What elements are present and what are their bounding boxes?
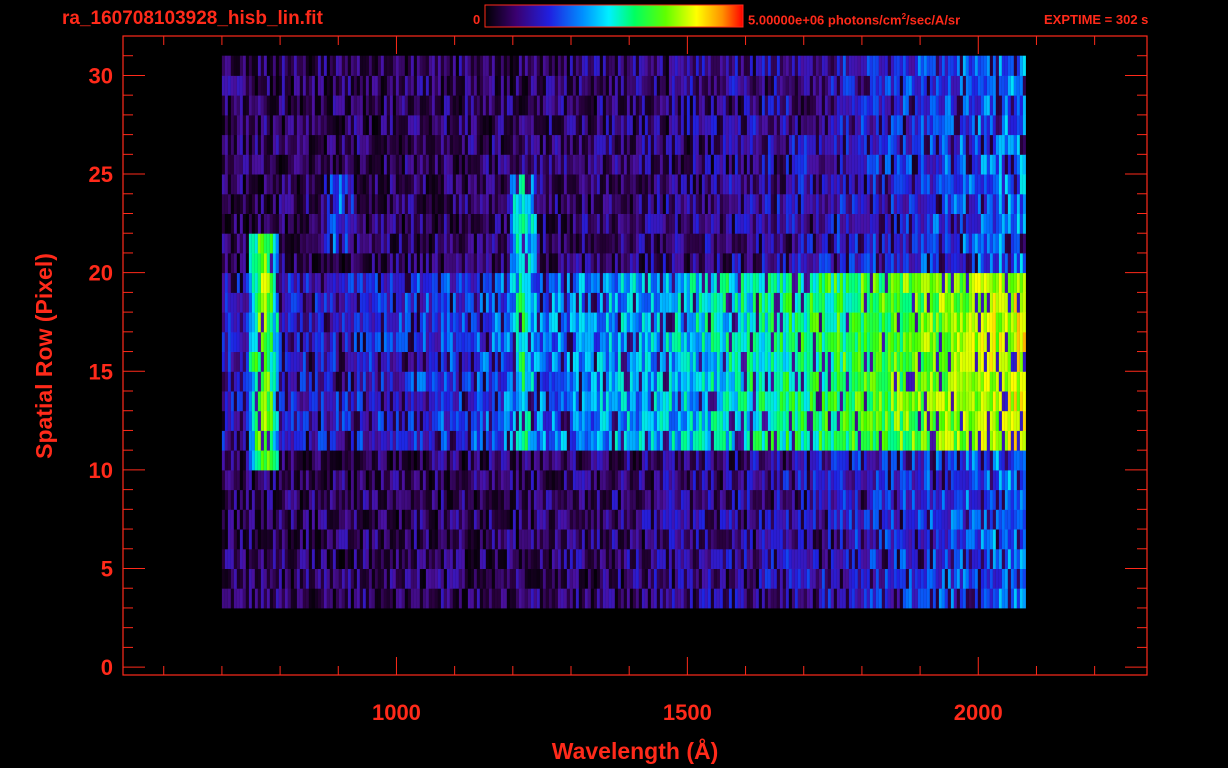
heatmap-row	[221, 548, 1026, 569]
heatmap-row	[221, 391, 1026, 412]
heatmap-row	[221, 55, 1026, 76]
y-tick-label: 30	[89, 63, 113, 88]
file-title: ra_160708103928_hisb_lin.fit	[62, 8, 323, 29]
heatmap-row	[221, 450, 1026, 471]
x-tick-label: 1000	[372, 700, 421, 725]
heatmap-row	[221, 430, 1026, 451]
y-tick-label: 15	[89, 359, 113, 384]
heatmap-row	[221, 568, 1026, 589]
y-tick-label: 5	[101, 557, 113, 582]
heatmap-row	[221, 529, 1026, 550]
heatmap-row	[221, 469, 1026, 491]
heatmap-row	[221, 213, 1026, 234]
heatmap-row	[221, 371, 1026, 392]
y-tick-label: 10	[89, 458, 113, 483]
heatmap-row	[221, 252, 1026, 274]
heatmap-row	[221, 95, 1026, 116]
heatmap-row	[221, 312, 1026, 333]
spectrum-figure: 1000 1500 2000051015202530 Wavelength (Å) …	[31, 4, 1148, 764]
heatmap-row	[221, 292, 1026, 313]
heatmap-image	[221, 55, 1026, 609]
x-tick-label: 2000	[954, 700, 1003, 725]
heatmap-row	[221, 174, 1026, 195]
heatmap-row	[221, 351, 1026, 372]
heatmap-row	[221, 489, 1026, 510]
heatmap-row	[221, 75, 1026, 96]
heatmap-row	[221, 233, 1026, 254]
y-tick-label: 0	[101, 655, 113, 680]
colorbar-max-label: 5.00000e+06 photons/cm2/sec/A/sr	[748, 12, 960, 27]
heatmap-row	[221, 134, 1026, 155]
heatmap-row	[221, 114, 1026, 136]
heatmap-row	[221, 509, 1026, 530]
heatmap-row	[221, 410, 1026, 431]
colorbar-min-label: 0	[473, 12, 481, 27]
exptime-label: EXPTIME = 302 s	[1044, 12, 1149, 27]
x-axis-label: Wavelength (Å)	[552, 737, 719, 764]
y-axis-label: Spatial Row (Pixel)	[31, 253, 57, 459]
x-tick-label: 1500	[663, 700, 712, 725]
colorbar-max-label-main: 5.00000e+06 photons/cm	[748, 12, 902, 28]
heatmap-row	[221, 331, 1026, 352]
heatmap-row	[221, 154, 1026, 175]
colorbar	[484, 4, 744, 28]
heatmap-row	[221, 193, 1026, 214]
heatmap-row	[221, 588, 1026, 609]
y-tick-label: 25	[89, 162, 113, 187]
y-tick-label: 20	[89, 261, 113, 286]
heatmap-row	[221, 272, 1026, 293]
colorbar-max-label-units: /sec/A/sr	[906, 12, 961, 28]
